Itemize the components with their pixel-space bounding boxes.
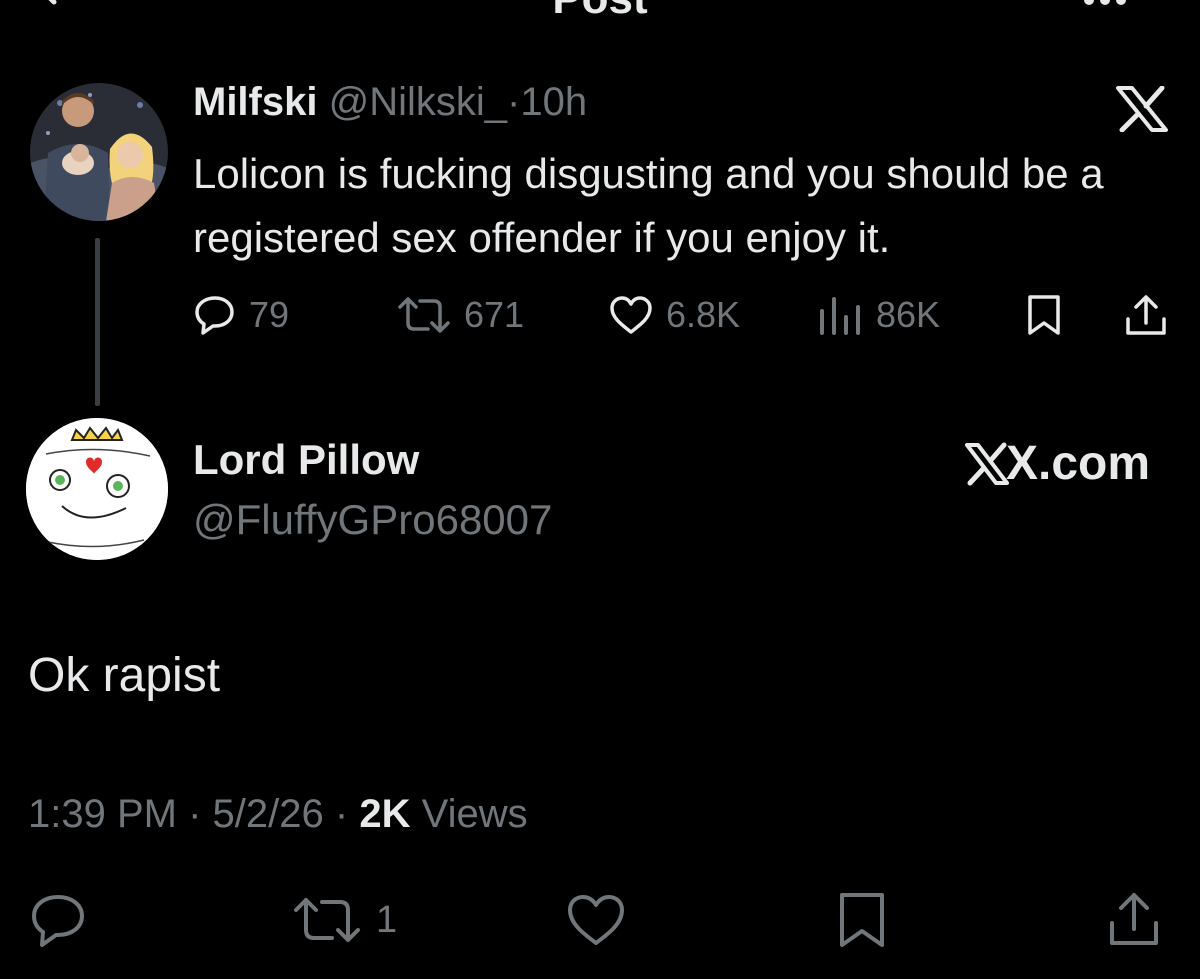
views-icon xyxy=(820,297,860,335)
views-label: Views xyxy=(421,792,528,836)
post-time[interactable]: 1:39 PM xyxy=(28,792,177,836)
reply-icon xyxy=(195,296,234,335)
bookmark-icon xyxy=(840,893,884,947)
reply-count: 79 xyxy=(249,294,290,335)
more-icon[interactable] xyxy=(1082,0,1128,10)
views-action[interactable]: 86K xyxy=(816,290,940,340)
post-meta: 1:39 PM · 5/2/26 · 2K Views xyxy=(28,792,528,837)
repost-count: 671 xyxy=(464,294,525,335)
display-name[interactable]: Milfski xyxy=(193,80,317,124)
page-title: Post xyxy=(0,0,1200,24)
repost-icon xyxy=(294,898,360,942)
separator-dot: · xyxy=(507,80,521,124)
like-count: 6.8K xyxy=(666,294,741,335)
like-icon xyxy=(610,296,652,334)
reply-icon xyxy=(32,895,84,947)
post-date[interactable]: 5/2/26 xyxy=(213,792,324,836)
bookmark-button[interactable] xyxy=(1024,290,1064,340)
repost-action[interactable]: 1 xyxy=(290,890,397,950)
post-header: Milfski @Nilkski_·10h xyxy=(193,80,587,125)
brand-text: X.com xyxy=(1006,437,1151,490)
like-icon xyxy=(568,895,624,945)
display-name[interactable]: Lord Pillow xyxy=(193,436,419,484)
share-icon xyxy=(1126,295,1166,335)
repost-action[interactable]: 671 xyxy=(396,290,524,340)
brand-label: X.com xyxy=(964,436,1150,491)
x-logo-icon xyxy=(1116,86,1168,132)
repost-count: 1 xyxy=(376,898,398,941)
reply-action[interactable] xyxy=(28,890,88,950)
avatar[interactable] xyxy=(30,83,168,221)
views-count: 86K xyxy=(876,294,941,335)
separator-dot: · xyxy=(334,792,349,836)
post-time[interactable]: 10h xyxy=(520,80,587,124)
like-action[interactable] xyxy=(564,890,628,950)
post-text: Ok rapist xyxy=(28,649,221,702)
share-button[interactable] xyxy=(1104,890,1164,950)
x-logo-icon xyxy=(965,442,1009,485)
bookmark-icon xyxy=(1028,295,1060,335)
share-icon xyxy=(1110,893,1158,945)
like-action[interactable]: 6.8K xyxy=(608,290,740,340)
thread-connector xyxy=(95,238,100,406)
user-handle[interactable]: @Nilkski_ xyxy=(329,80,507,124)
views-count[interactable]: 2K xyxy=(359,792,410,836)
share-button[interactable] xyxy=(1122,290,1170,340)
bookmark-button[interactable] xyxy=(834,890,890,950)
avatar-drawing xyxy=(26,418,168,560)
avatar[interactable] xyxy=(26,418,168,560)
separator-dot: · xyxy=(188,792,202,836)
avatar-photo xyxy=(30,83,168,221)
reply-action[interactable]: 79 xyxy=(193,290,289,340)
repost-icon xyxy=(398,297,450,333)
post-text: Lolicon is fucking disgusting and you sh… xyxy=(193,150,1104,261)
user-handle[interactable]: @FluffyGPro68007 xyxy=(193,496,552,544)
